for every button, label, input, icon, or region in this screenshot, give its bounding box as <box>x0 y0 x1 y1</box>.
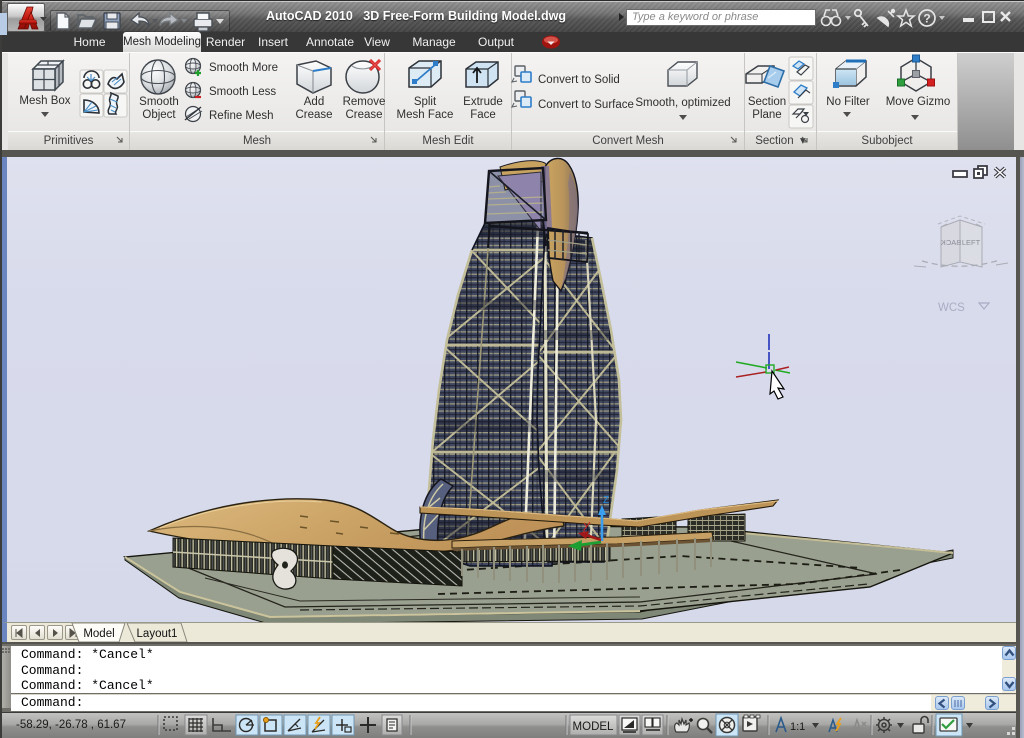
svg-text:WCS: WCS <box>938 302 965 314</box>
svg-text:MODEL: MODEL <box>573 721 615 733</box>
svg-text:Z: Z <box>603 495 609 506</box>
svg-text:BACK: BACK <box>941 238 961 247</box>
svg-text:LEFT: LEFT <box>962 238 981 247</box>
svg-text:Layout1: Layout1 <box>137 628 178 640</box>
svg-text:Model: Model <box>83 628 114 640</box>
svg-text:1:1: 1:1 <box>790 721 805 733</box>
